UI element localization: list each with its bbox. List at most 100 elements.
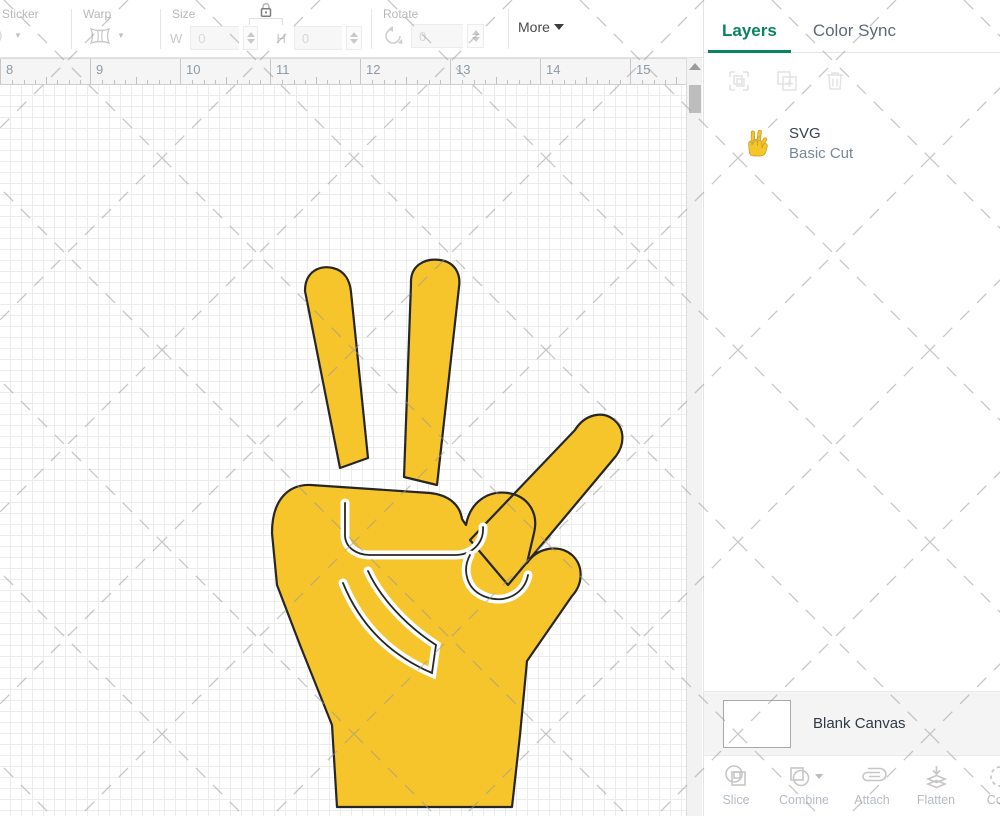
ruler-tick <box>395 80 396 84</box>
design-canvas[interactable] <box>0 85 686 816</box>
ruler-tick <box>260 80 261 84</box>
horizontal-ruler[interactable]: 8 9 10 11 12 13 14 15 <box>0 58 686 85</box>
rotate-input[interactable]: 0 <box>411 24 463 48</box>
ruler-segment: 9 <box>90 59 180 84</box>
tab-layers[interactable]: Layers <box>708 21 791 53</box>
ruler-tick <box>69 80 70 84</box>
sticker-label: Sticker <box>2 7 39 21</box>
scroll-up-button[interactable] <box>687 58 702 75</box>
height-stepper[interactable] <box>346 26 362 50</box>
width-decrement-icon[interactable] <box>246 39 255 44</box>
width-stepper[interactable] <box>242 26 259 50</box>
sticker-chevron-down-icon[interactable]: ▼ <box>14 32 22 40</box>
more-button[interactable]: More <box>518 19 564 35</box>
warp-icon[interactable] <box>87 24 113 48</box>
ruler-tick <box>12 80 13 84</box>
sticker-icon[interactable] <box>0 24 10 48</box>
ruler-tick <box>552 80 553 84</box>
ruler-tick <box>215 80 216 84</box>
layer-subtitle: Basic Cut <box>789 144 854 162</box>
ruler-tick <box>147 80 148 84</box>
delete-icon[interactable] <box>822 68 848 94</box>
ruler-tick <box>136 77 137 84</box>
attach-button[interactable]: Attach <box>840 762 904 807</box>
scrollbar-thumb[interactable] <box>689 85 701 113</box>
toolbar-divider <box>71 8 72 49</box>
ruler-tick <box>114 80 115 84</box>
ruler-tick <box>24 80 25 84</box>
ruler-tick <box>46 77 47 84</box>
ruler-segment: 12 <box>360 59 450 84</box>
slice-button[interactable]: Slice <box>704 762 768 807</box>
ruler-tick <box>316 77 317 84</box>
blank-canvas-row[interactable]: Blank Canvas <box>704 691 1000 755</box>
ruler-tick <box>57 80 58 84</box>
layer-title: SVG <box>789 124 821 142</box>
flatten-icon <box>923 762 950 790</box>
ruler-tick <box>170 80 171 84</box>
hand-silhouette <box>270 258 624 809</box>
victory-hand-shape[interactable] <box>0 85 686 816</box>
ruler-segment: 13 <box>450 59 540 84</box>
ruler-tick <box>204 80 205 84</box>
lock-bracket <box>249 18 283 25</box>
height-decrement-icon[interactable] <box>350 39 359 44</box>
top-toolbar: Sticker ▼ Warp ▼ Size W 0 H 0 Rotate 0 M… <box>0 0 710 58</box>
ruler-tick <box>192 80 193 84</box>
height-input[interactable]: 0 <box>293 26 343 50</box>
ruler-tick <box>35 80 36 84</box>
ruler-tick-label: 14 <box>546 62 561 77</box>
blank-canvas-thumbnail[interactable] <box>723 699 791 748</box>
rotate-stepper[interactable] <box>467 24 484 48</box>
combine-icon <box>786 762 823 790</box>
ruler-tick <box>80 80 81 84</box>
toolbar-group-sticker: Sticker ▼ <box>0 0 62 58</box>
ruler-tick <box>609 80 610 84</box>
contour-label: Cont <box>986 793 1000 807</box>
ruler-tick <box>485 80 486 84</box>
layer-list: SVG Basic Cut <box>704 108 1000 170</box>
warp-chevron-down-icon[interactable]: ▼ <box>117 32 125 40</box>
toolbar-group-rotate: Rotate 0 <box>381 0 499 58</box>
ruler-tick <box>102 80 103 84</box>
rotate-increment-icon[interactable] <box>471 30 480 35</box>
ruler-tick-label: 13 <box>456 62 471 77</box>
duplicate-icon[interactable] <box>774 68 800 94</box>
ruler-tick <box>417 80 418 84</box>
ruler-tick <box>339 80 340 84</box>
group-icon[interactable] <box>726 68 752 94</box>
combine-label: Combine <box>778 793 830 807</box>
combine-button[interactable]: Combine <box>768 762 840 807</box>
ruler-tick <box>496 77 497 84</box>
combine-chevron-down-icon[interactable] <box>814 773 823 779</box>
ruler-tick <box>429 80 430 84</box>
width-increment-icon[interactable] <box>246 32 255 37</box>
rotate-decrement-icon[interactable] <box>471 37 480 42</box>
bottom-action-bar: Slice Combine Attach Flatten Co <box>704 755 1000 816</box>
flatten-label: Flatten <box>916 793 956 807</box>
width-input[interactable]: 0 <box>190 26 239 50</box>
ruler-tick <box>597 80 598 84</box>
rotate-label: Rotate <box>383 7 419 21</box>
ruler-tick <box>305 80 306 84</box>
height-increment-icon[interactable] <box>350 32 359 37</box>
flatten-button[interactable]: Flatten <box>904 762 968 807</box>
more-label: More <box>518 19 550 35</box>
ruler-tick <box>654 80 655 84</box>
list-item[interactable]: SVG Basic Cut <box>704 116 1000 170</box>
ruler-segment: 15 <box>630 59 686 84</box>
victory-hand-icon <box>746 127 772 159</box>
canvas-vertical-scrollbar[interactable] <box>686 58 702 816</box>
contour-button[interactable]: Cont <box>968 762 1000 807</box>
layer-text: SVG Basic Cut <box>789 125 853 162</box>
ruler-tick <box>350 80 351 84</box>
ruler-tick <box>530 80 531 84</box>
ruler-tick-label: 9 <box>96 62 104 77</box>
lock-icon[interactable] <box>253 2 279 18</box>
ruler-tick <box>384 80 385 84</box>
tab-color-sync[interactable]: Color Sync <box>813 21 896 52</box>
toolbar-divider-4 <box>508 8 509 49</box>
rotate-icon[interactable] <box>381 24 407 48</box>
ruler-tick <box>237 80 238 84</box>
size-lock-group[interactable] <box>249 2 283 25</box>
